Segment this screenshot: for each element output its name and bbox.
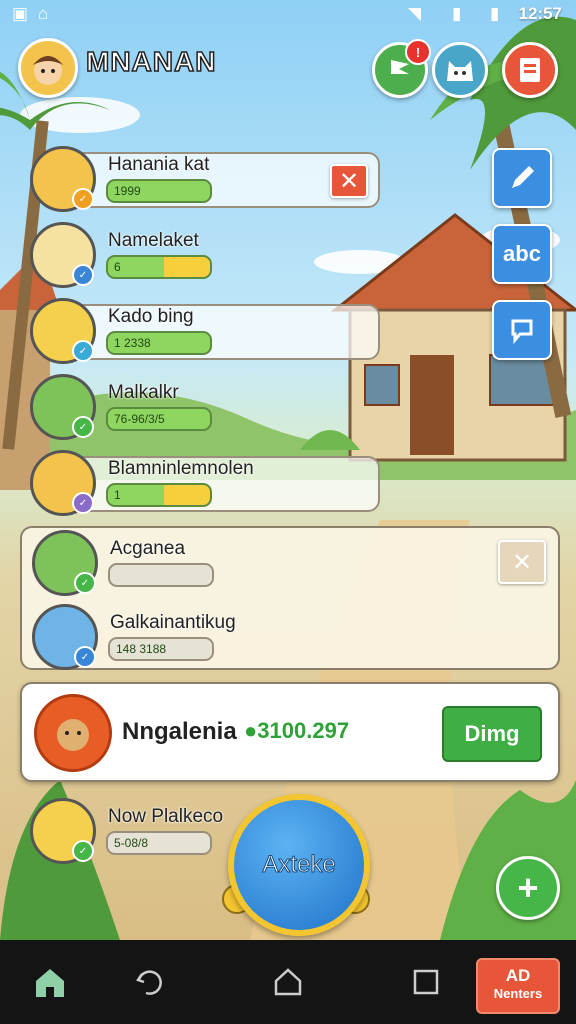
back-icon <box>136 970 162 995</box>
player-avatar[interactable] <box>18 38 78 98</box>
home-icon <box>36 969 64 997</box>
square-icon <box>413 969 439 995</box>
ad-label: AD <box>505 966 531 985</box>
character-icon <box>33 56 63 85</box>
wifi-icon: ◥ <box>408 4 422 23</box>
home-button[interactable] <box>28 960 72 1004</box>
add-button[interactable]: + <box>496 856 560 920</box>
house-outline-icon <box>274 968 302 996</box>
featured-action-button[interactable]: Dimg <box>442 706 542 762</box>
close-icon: ✕ <box>338 167 360 195</box>
chat-button[interactable] <box>492 300 552 360</box>
score-bar <box>108 563 214 587</box>
score-bar: 6 <box>106 255 212 279</box>
status-badge: ✓ <box>72 188 94 210</box>
score-bar: 76-96/3/5 <box>106 407 212 431</box>
player-name: Galkainantikug <box>110 612 236 633</box>
score-bar: 1999 <box>106 179 212 203</box>
status-badge: ✓ <box>72 416 94 438</box>
featured-score: ●3100.297 <box>244 718 350 743</box>
group-close-button[interactable]: ✕ <box>498 540 546 584</box>
chat-icon <box>511 319 533 345</box>
mail-icon: ⌂ <box>38 4 49 23</box>
ad-sublabel: Nenters <box>493 986 543 1001</box>
player-name: Hanania kat <box>108 154 210 175</box>
game-scene: ▣ ⌂ ◥ ▮ ▮ 12:57 MNANAN ! abc ✓ Hanania k… <box>0 0 576 940</box>
score-bar: 1 2338 <box>106 331 212 355</box>
status-badge: ✓ <box>72 340 94 362</box>
signal-icon: ▮ <box>452 4 462 23</box>
player-name: MNANAN <box>85 45 217 78</box>
back-button[interactable] <box>128 960 172 1004</box>
player-name: Acganea <box>110 538 186 559</box>
nav-home-button[interactable] <box>266 960 310 1004</box>
remove-button[interactable]: ✕ <box>330 164 368 198</box>
status-badge: ✓ <box>72 264 94 286</box>
monkey-icon <box>57 719 89 751</box>
score-bar: 5-08/8 <box>106 831 212 855</box>
featured-name: Nngalenia <box>122 718 237 745</box>
sort-button[interactable]: abc <box>492 224 552 284</box>
status-badge: ✓ <box>72 492 94 514</box>
recents-button[interactable] <box>404 960 448 1004</box>
battery-icon: ▮ <box>490 4 500 23</box>
featured-player-card: Nngalenia ●3100.297 Dimg <box>20 682 560 782</box>
book-button[interactable] <box>502 42 558 98</box>
player-name: Malkalkr <box>108 382 179 403</box>
status-badge: ✓ <box>74 646 96 668</box>
pencil-icon <box>512 166 534 188</box>
player-name: Now Plalkeco <box>108 806 224 827</box>
text-icon: abc <box>503 241 541 266</box>
bush-right <box>440 780 576 940</box>
close-icon: ✕ <box>511 548 533 576</box>
notification-badge: ! <box>405 39 431 65</box>
status-badge: ✓ <box>74 572 96 594</box>
cat-button[interactable] <box>432 42 488 98</box>
score-bar: 1 <box>106 483 212 507</box>
ad-button[interactable]: AD Nenters <box>476 958 560 1014</box>
player-name: Namelaket <box>108 230 199 251</box>
player-name: Blamninlemnolen <box>108 458 254 479</box>
group-panel: ✓ Acganea ✕ ✓ Galkainantikug 148 3188 <box>20 526 560 670</box>
plus-icon: + <box>517 867 539 908</box>
clock: 12:57 <box>518 4 562 23</box>
cat-icon <box>447 61 473 81</box>
row-background <box>54 304 380 360</box>
book-icon <box>520 58 540 82</box>
sim-icon: ▣ <box>12 4 29 23</box>
status-badge: ✓ <box>72 840 94 862</box>
featured-avatar <box>34 694 112 772</box>
attack-button[interactable]: Axteke <box>228 794 370 936</box>
score-bar: 148 3188 <box>108 637 214 661</box>
status-bar: ▣ ⌂ ◥ ▮ ▮ 12:57 <box>0 0 576 28</box>
messages-button[interactable]: ! <box>372 39 431 98</box>
edit-button[interactable] <box>492 148 552 208</box>
player-name: Kado bing <box>108 306 194 327</box>
